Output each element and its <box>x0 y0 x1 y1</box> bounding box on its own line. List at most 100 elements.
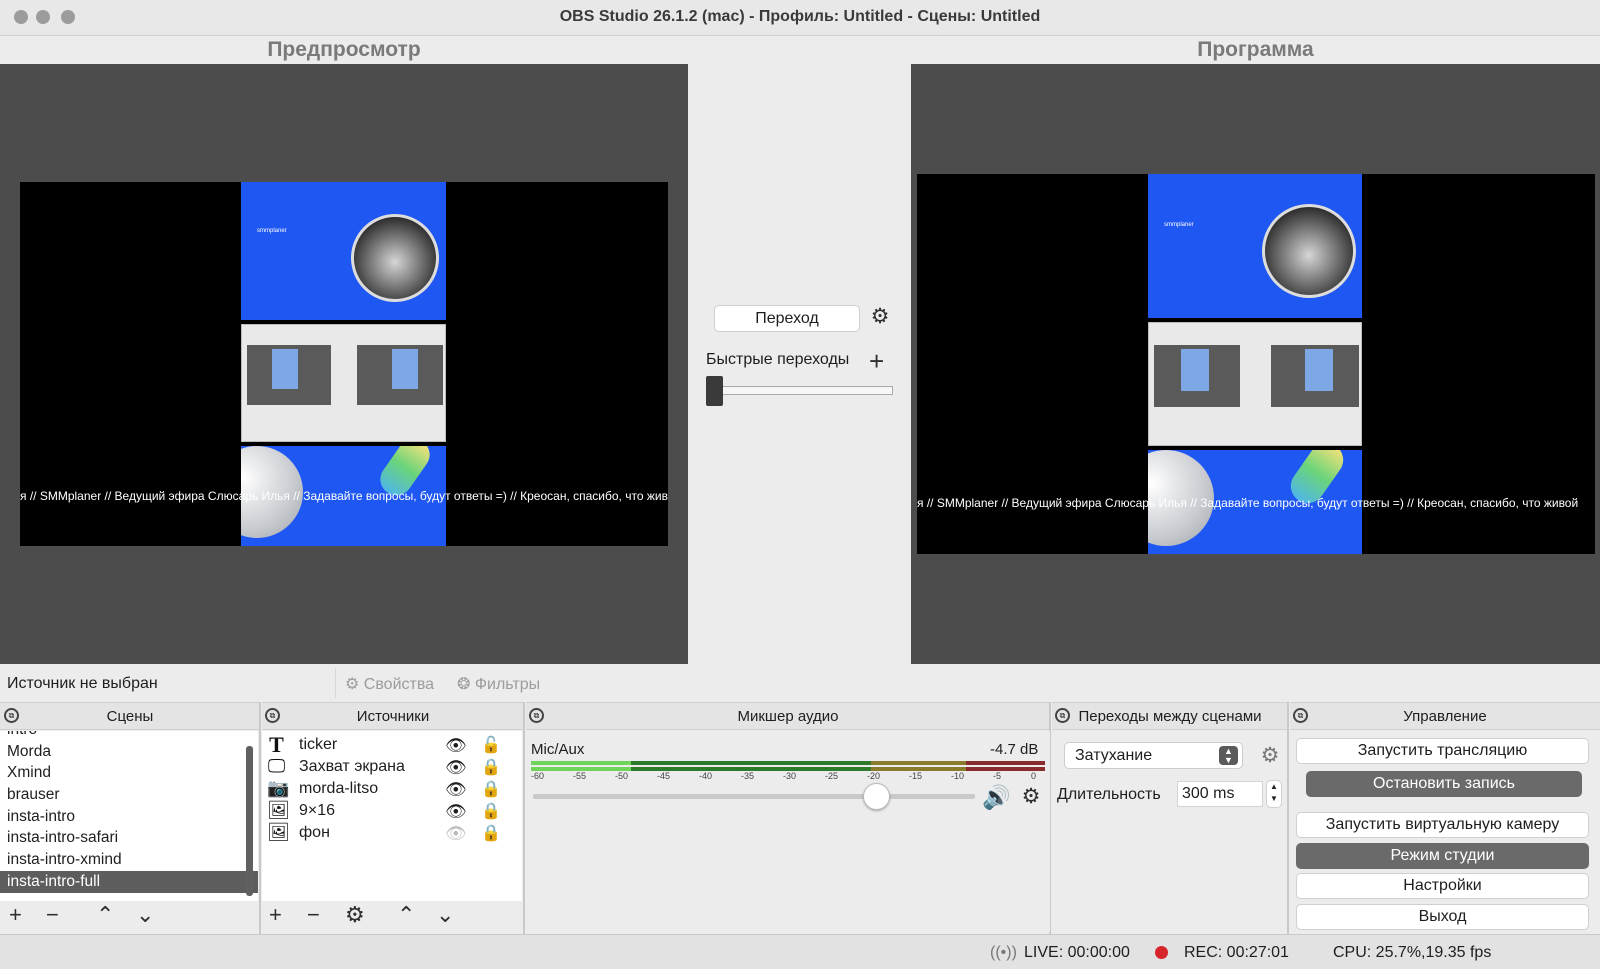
scale-tick: -10 <box>951 771 965 781</box>
duration-input[interactable]: 300 ms <box>1177 781 1263 807</box>
transition-type-select[interactable]: Затухание ▲ ▼ <box>1064 742 1243 769</box>
controls-dock-float-icon[interactable]: ⧉ <box>1293 708 1308 723</box>
properties-button[interactable]: ⚙ Свойства <box>345 674 434 694</box>
start-virtual-camera-button[interactable]: Запустить виртуальную камеру <box>1296 812 1589 838</box>
title-bar: OBS Studio 26.1.2 (mac) - Профиль: Untit… <box>0 0 1600 36</box>
eye-icon[interactable]: 👁 <box>445 735 467 757</box>
source-label: ticker <box>299 736 338 753</box>
scene-item-morda[interactable]: Morda <box>0 741 258 763</box>
sources-dock-header: Источники <box>262 702 524 730</box>
duration-stepper[interactable]: ▲ ▼ <box>1266 780 1282 808</box>
preview-label: Предпросмотр <box>267 38 421 61</box>
eye-icon[interactable]: 👁 <box>445 801 467 823</box>
mixer-channel-gear-icon[interactable]: ⚙ <box>1020 786 1042 808</box>
move-source-down-chevron-icon[interactable]: ⌄ <box>436 904 454 926</box>
quick-transitions-label: Быстрые переходы <box>706 351 850 368</box>
settings-button[interactable]: Настройки <box>1296 873 1589 899</box>
source-label: Захват экрана <box>299 758 405 775</box>
move-scene-down-chevron-icon[interactable]: ⌄ <box>136 904 154 926</box>
studio-mode-button[interactable]: Режим студии <box>1296 843 1589 869</box>
t-bar-handle[interactable] <box>706 376 723 406</box>
scene-item-xmind[interactable]: Xmind <box>0 762 258 784</box>
select-updown-icon: ▲ ▼ <box>1219 746 1238 765</box>
image-icon: 🖼 <box>267 822 290 842</box>
camera-icon: 📷 <box>267 778 290 798</box>
stop-recording-button[interactable]: Остановить запись <box>1306 771 1582 797</box>
scale-tick: 0 <box>1031 771 1037 781</box>
lock-icon[interactable]: 🔒 <box>481 779 501 801</box>
preview-top-blue-region: smmplaner <box>241 182 446 320</box>
source-label: morda-litso <box>299 780 379 797</box>
source-row-screen-capture[interactable]: 🖵 Захват экрана 👁 🔒 <box>263 756 513 778</box>
scenes-dock-header: Сцены <box>0 702 260 730</box>
transition-type-value: Затухание <box>1075 747 1153 764</box>
cpu-fps-status: CPU: 25.7%,19.35 fps <box>1333 944 1492 961</box>
program-canvas: smmplaner я // SMMplaner // Ведущий эфир… <box>911 64 1600 664</box>
broadcast-icon: ((•)) <box>990 944 1017 961</box>
preview-canvas[interactable]: smmplaner я // SMMplaner // Ведущий эфир… <box>0 64 688 664</box>
source-row-9x16[interactable]: 🖼 9×16 👁 🔒 <box>263 800 513 822</box>
properties-label: Свойства <box>363 676 435 693</box>
scene-item-insta-intro[interactable]: insta-intro <box>0 806 258 828</box>
preview-ticker-text: я // SMMplaner // Ведущий эфира Слюсарь … <box>20 489 668 503</box>
scene-item-insta-intro-xmind[interactable]: insta-intro-xmind <box>0 849 258 871</box>
exit-button[interactable]: Выход <box>1296 904 1589 930</box>
sources-dock-float-icon[interactable]: ⧉ <box>265 708 280 723</box>
filters-label: Фильтры <box>474 676 541 693</box>
scene-item-insta-intro-safari[interactable]: insta-intro-safari <box>0 827 258 849</box>
source-status: Источник не выбран <box>7 675 158 692</box>
program-logo: smmplaner <box>1164 222 1194 228</box>
scenes-dock-float-icon[interactable]: ⧉ <box>4 708 19 723</box>
scale-tick: -35 <box>741 771 755 781</box>
transition-settings-gear-icon[interactable]: ⚙ <box>869 306 891 328</box>
mixer-channel-name: Mic/Aux <box>531 741 585 758</box>
mixer-dock-header: Микшер аудио <box>526 702 1050 730</box>
preview-webcam <box>351 214 439 302</box>
scene-item-insta-intro-full[interactable]: insta-intro-full <box>0 870 258 893</box>
transitions-dock-float-icon[interactable]: ⧉ <box>1055 708 1070 723</box>
preview-screen-capture <box>241 324 446 442</box>
add-scene-plus-icon[interactable]: + <box>9 904 22 926</box>
add-quick-transition-plus-icon[interactable]: + <box>869 348 884 374</box>
transitions-dock-header: Переходы между сценами <box>1052 702 1288 730</box>
preview-logo: smmplaner <box>257 228 287 234</box>
volume-slider-track[interactable] <box>533 794 975 799</box>
source-row-ticker[interactable]: T ticker 👁 🔓 <box>263 734 513 756</box>
source-properties-gear-icon[interactable]: ⚙ <box>345 904 365 926</box>
source-row-fon[interactable]: 🖼 фон 👁 🔒 <box>263 822 513 844</box>
lock-icon[interactable]: 🔒 <box>481 823 501 845</box>
add-source-plus-icon[interactable]: + <box>269 904 282 926</box>
mixer-dock-float-icon[interactable]: ⧉ <box>529 708 544 723</box>
scene-item-intro[interactable]: intro <box>0 731 258 741</box>
scenes-scrollbar[interactable] <box>246 746 253 896</box>
lock-icon[interactable]: 🔒 <box>481 801 501 823</box>
remove-source-minus-icon[interactable]: − <box>307 904 320 926</box>
start-stream-button[interactable]: Запустить трансляцию <box>1296 738 1589 764</box>
context-separator <box>335 668 336 698</box>
lock-icon[interactable]: 🔒 <box>481 757 501 779</box>
status-bar: ((•)) LIVE: 00:00:00 REC: 00:27:01 CPU: … <box>0 934 1600 969</box>
volume-slider-handle[interactable] <box>863 783 890 810</box>
eye-icon[interactable]: 👁 <box>445 779 467 801</box>
scenes-list[interactable]: intro Morda Xmind brauser insta-intro in… <box>0 731 258 901</box>
remove-scene-minus-icon[interactable]: − <box>46 904 59 926</box>
scale-tick: -50 <box>615 771 629 781</box>
move-scene-up-chevron-icon[interactable]: ⌃ <box>96 904 114 926</box>
program-label: Программа <box>1197 38 1314 61</box>
scale-tick: -40 <box>699 771 713 781</box>
transition-type-gear-icon[interactable]: ⚙ <box>1259 745 1281 767</box>
meter-bar-green <box>631 761 871 765</box>
source-row-morda-litso[interactable]: 📷 morda-litso 👁 🔒 <box>263 778 513 800</box>
filters-button[interactable]: ❂ Фильтры <box>457 674 540 694</box>
meter-bar-red <box>966 761 1045 765</box>
transition-button[interactable]: Переход <box>714 305 860 332</box>
t-bar-track[interactable] <box>706 386 893 395</box>
scene-item-brauser[interactable]: brauser <box>0 784 258 806</box>
eye-hidden-icon[interactable]: 👁 <box>445 823 467 845</box>
program-screen-capture <box>1148 322 1362 446</box>
move-source-up-chevron-icon[interactable]: ⌃ <box>397 904 415 926</box>
unlock-icon[interactable]: 🔓 <box>481 735 501 757</box>
scale-tick: -25 <box>825 771 839 781</box>
speaker-icon[interactable]: 🔊 <box>982 784 1011 811</box>
eye-icon[interactable]: 👁 <box>445 757 467 779</box>
